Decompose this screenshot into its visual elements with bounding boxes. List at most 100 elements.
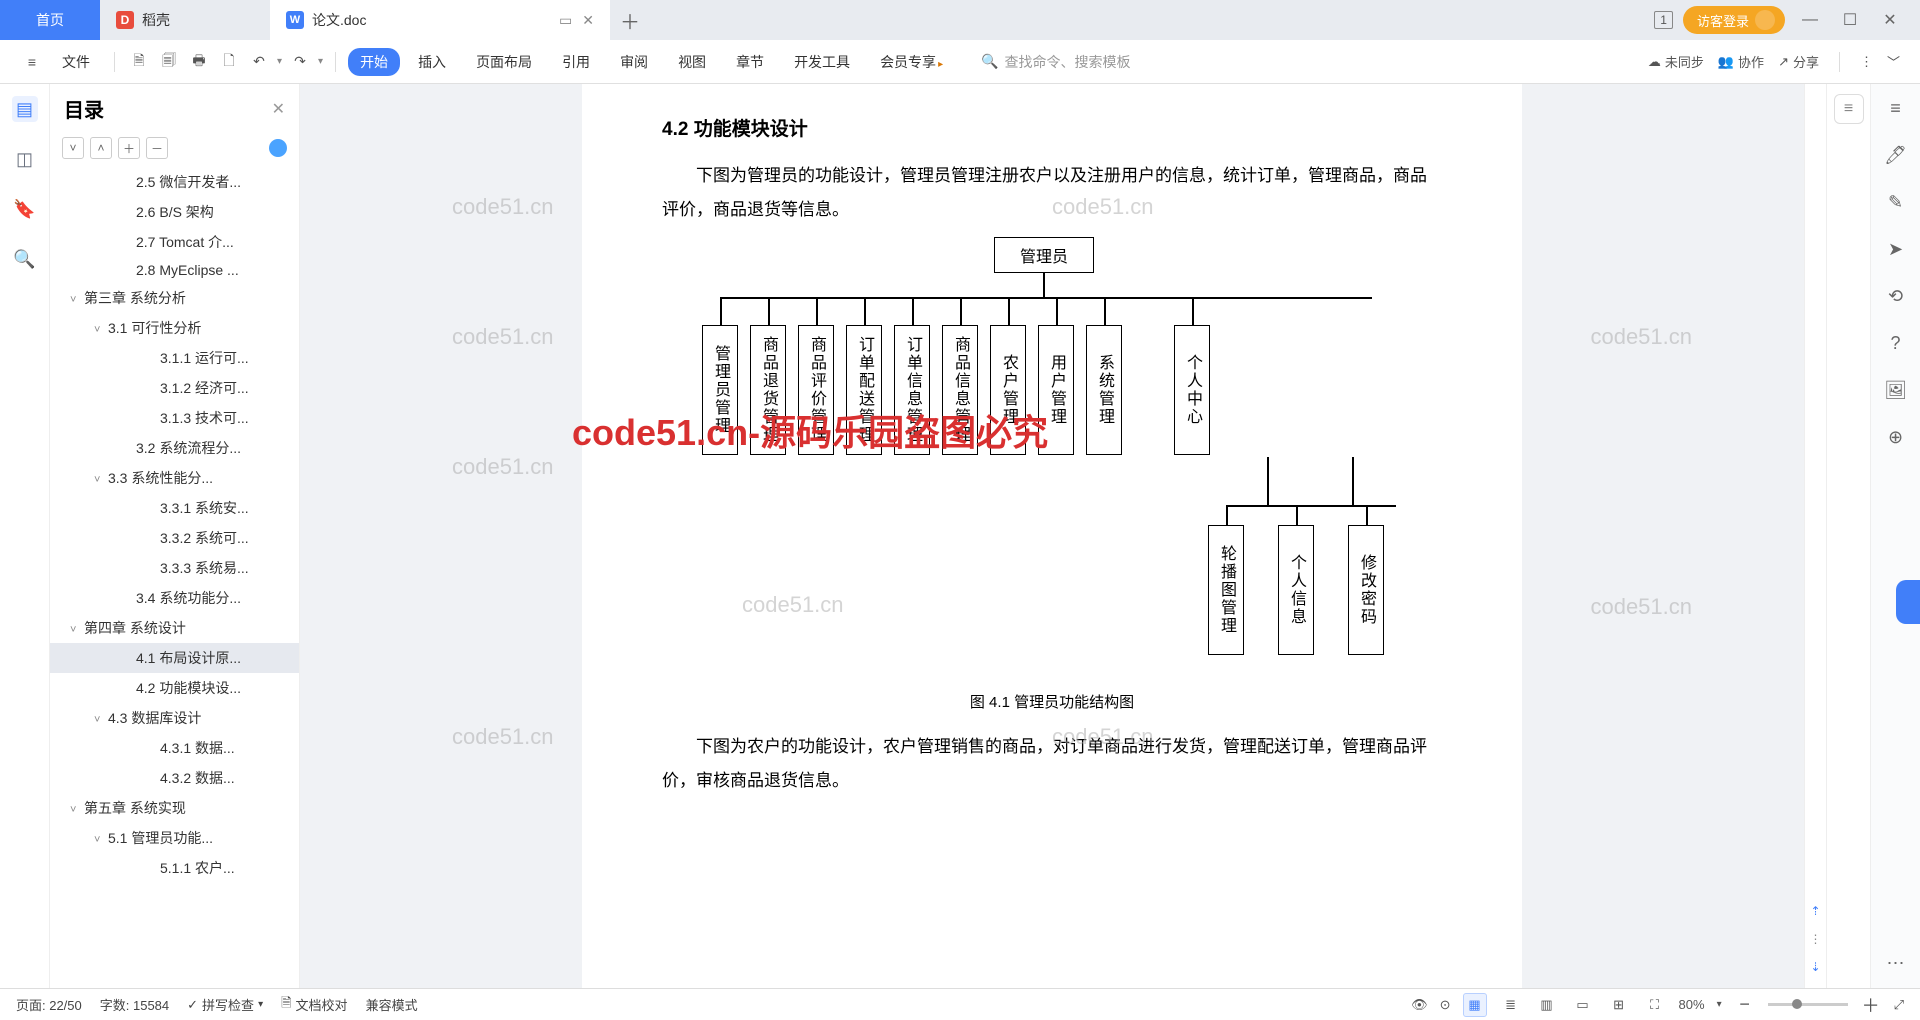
- rail-settings-icon[interactable]: ⟲: [1888, 286, 1903, 307]
- status-words[interactable]: 字数: 15584: [100, 995, 169, 1014]
- rail-tool-icon[interactable]: ⊕: [1888, 427, 1903, 448]
- outline-item[interactable]: 4.2 功能模块设...: [50, 673, 299, 703]
- tab-present-icon[interactable]: ▭: [559, 12, 572, 29]
- outline-item[interactable]: 3.1.3 技术可...: [50, 403, 299, 433]
- outline-item[interactable]: ˅5.1 管理员功能...: [50, 823, 299, 853]
- rail-help-icon[interactable]: ?: [1890, 333, 1900, 354]
- outline-item[interactable]: 2.7 Tomcat 介...: [50, 227, 299, 257]
- outline-item[interactable]: ˅4.3 数据库设计: [50, 703, 299, 733]
- slides-rail-icon[interactable]: ◫: [12, 146, 38, 172]
- menu-start[interactable]: 开始: [348, 48, 400, 76]
- menu-icon[interactable]: ≡: [20, 50, 44, 74]
- login-button[interactable]: 访客登录: [1683, 6, 1785, 34]
- scroll-up-icon[interactable]: ⇡: [1810, 904, 1820, 918]
- outline-collapse-all[interactable]: ˅: [62, 137, 84, 159]
- outline-item[interactable]: 3.3.2 系统可...: [50, 523, 299, 553]
- fit-icon[interactable]: ⤢: [1894, 997, 1904, 1013]
- menu-chapter[interactable]: 章节: [724, 48, 776, 76]
- outline-item[interactable]: 3.3.1 系统安...: [50, 493, 299, 523]
- menu-devtools[interactable]: 开发工具: [782, 48, 862, 76]
- outline-item[interactable]: 4.1 布局设计原...: [50, 643, 299, 673]
- outline-item[interactable]: 3.4 系统功能分...: [50, 583, 299, 613]
- tab-close-icon[interactable]: ✕: [582, 12, 594, 29]
- tab-app[interactable]: D 稻壳: [100, 0, 270, 40]
- outline-item[interactable]: ˅第五章 系统实现: [50, 793, 299, 823]
- zoom-slider[interactable]: [1768, 1003, 1848, 1006]
- collab-button[interactable]: 👥协作: [1718, 52, 1764, 71]
- outline-add[interactable]: ＋: [118, 137, 140, 159]
- status-proofread[interactable]: 🗎文档校对: [281, 994, 347, 1016]
- view-fullscreen-icon[interactable]: ⛶: [1643, 993, 1667, 1017]
- rail-rocket-icon[interactable]: 🖊: [1884, 145, 1907, 166]
- redo-icon[interactable]: ↷: [288, 50, 312, 74]
- more-icon[interactable]: ⋮: [1860, 54, 1873, 70]
- scroll-handle-icon[interactable]: ⋮: [1810, 932, 1822, 946]
- reading-settings-icon[interactable]: 👁: [1411, 997, 1428, 1013]
- outline-item[interactable]: 4.3.1 数据...: [50, 733, 299, 763]
- outline-item[interactable]: ˅3.3 系统性能分...: [50, 463, 299, 493]
- rail-more-icon[interactable]: ⋯: [1887, 953, 1905, 974]
- view-read-icon[interactable]: ▭: [1571, 993, 1595, 1017]
- status-page[interactable]: 页面: 22/50: [16, 995, 82, 1014]
- outline-expand-all[interactable]: ˄: [90, 137, 112, 159]
- outline-item[interactable]: 5.1.1 农户...: [50, 853, 299, 883]
- outline-tree[interactable]: 2.5 微信开发者...2.6 B/S 架构2.7 Tomcat 介...2.8…: [50, 167, 299, 988]
- save-icon[interactable]: 🗎: [127, 50, 151, 74]
- outline-remove[interactable]: －: [146, 137, 168, 159]
- scroll-down-icon[interactable]: ⇣: [1810, 960, 1820, 974]
- view-grid-icon[interactable]: ⊞: [1607, 993, 1631, 1017]
- view-web-icon[interactable]: ▥: [1535, 993, 1559, 1017]
- outline-item[interactable]: ˅第四章 系统设计: [50, 613, 299, 643]
- menu-layout[interactable]: 页面布局: [464, 48, 544, 76]
- print-icon[interactable]: 🖶: [187, 50, 211, 74]
- maximize-button[interactable]: ☐: [1835, 5, 1865, 35]
- preview-icon[interactable]: 🗋: [217, 50, 241, 74]
- rail-image-icon[interactable]: 🖼: [1884, 380, 1907, 401]
- side-handle[interactable]: [1896, 580, 1920, 624]
- outline-badge[interactable]: [269, 139, 287, 157]
- menu-vip[interactable]: 会员专享▸: [868, 48, 955, 76]
- bookmark-rail-icon[interactable]: 🔖: [12, 196, 38, 222]
- view-outline-icon[interactable]: ≣: [1499, 993, 1523, 1017]
- rail-menu-icon[interactable]: ≡: [1890, 98, 1901, 119]
- tab-document[interactable]: W 论文.doc ▭ ✕: [270, 0, 610, 40]
- outline-item[interactable]: 3.1.2 经济可...: [50, 373, 299, 403]
- minimize-button[interactable]: —: [1795, 5, 1825, 35]
- new-tab-button[interactable]: ＋: [610, 0, 650, 40]
- rail-cursor-icon[interactable]: ➤: [1888, 239, 1903, 260]
- notification-badge[interactable]: 1: [1654, 11, 1673, 29]
- export-icon[interactable]: 🗐: [157, 50, 181, 74]
- outline-item[interactable]: 2.6 B/S 架构: [50, 197, 299, 227]
- zoom-in-button[interactable]: ＋: [1860, 994, 1882, 1016]
- panel-toggle-icon[interactable]: ≡: [1834, 94, 1864, 124]
- document-area[interactable]: 4.2 功能模块设计 下图为管理员的功能设计，管理员管理注册农户以及注册用户的信…: [300, 84, 1804, 988]
- undo-icon[interactable]: ↶: [247, 50, 271, 74]
- menu-file[interactable]: 文件: [50, 48, 102, 76]
- outline-item[interactable]: 3.2 系统流程分...: [50, 433, 299, 463]
- sync-button[interactable]: ☁未同步: [1648, 52, 1704, 71]
- outline-item[interactable]: 4.3.2 数据...: [50, 763, 299, 793]
- menu-insert[interactable]: 插入: [406, 48, 458, 76]
- outline-close-icon[interactable]: ✕: [272, 99, 285, 119]
- outline-item[interactable]: 2.5 微信开发者...: [50, 167, 299, 197]
- status-compat[interactable]: 兼容模式: [366, 995, 418, 1014]
- zoom-level[interactable]: 80%: [1679, 997, 1705, 1012]
- outline-item[interactable]: 3.3.3 系统易...: [50, 553, 299, 583]
- reading-focus-icon[interactable]: ⊙: [1440, 997, 1451, 1013]
- zoom-out-button[interactable]: −: [1734, 994, 1756, 1016]
- close-button[interactable]: ✕: [1875, 5, 1905, 35]
- view-page-icon[interactable]: ▦: [1463, 993, 1487, 1017]
- menu-view[interactable]: 视图: [666, 48, 718, 76]
- search-box[interactable]: 🔍 查找命令、搜索模板: [981, 52, 1130, 72]
- outline-item[interactable]: ˅第三章 系统分析: [50, 283, 299, 313]
- outline-item[interactable]: ˅3.1 可行性分析: [50, 313, 299, 343]
- tab-home[interactable]: 首页: [0, 0, 100, 40]
- menu-review[interactable]: 审阅: [608, 48, 660, 76]
- outline-item[interactable]: 3.1.1 运行可...: [50, 343, 299, 373]
- status-spellcheck[interactable]: ✓拼写检查 ▾: [187, 995, 263, 1014]
- collapse-ribbon-icon[interactable]: ﹀: [1887, 52, 1900, 71]
- share-button[interactable]: ↗分享: [1778, 52, 1819, 71]
- menu-ref[interactable]: 引用: [550, 48, 602, 76]
- rail-pen-icon[interactable]: ✎: [1888, 192, 1903, 213]
- outline-item[interactable]: 2.8 MyEclipse ...: [50, 257, 299, 283]
